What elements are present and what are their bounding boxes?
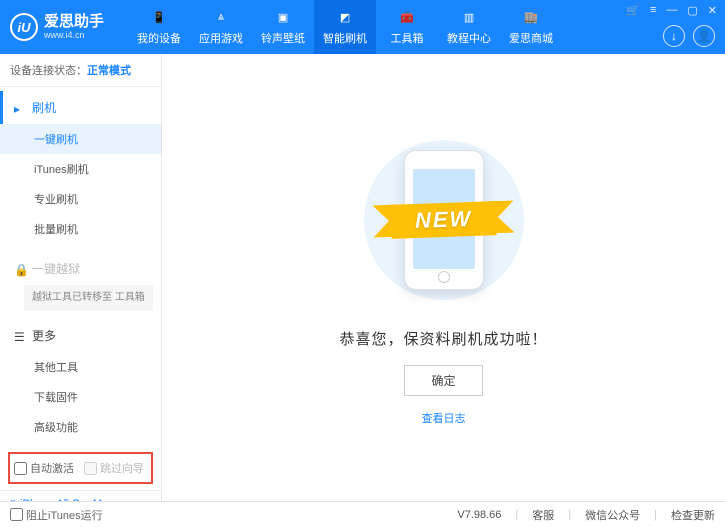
jailbreak-notice: 越狱工具已转移至 工具箱 — [24, 285, 153, 311]
success-illustration: NEW — [334, 130, 554, 310]
minimize-icon[interactable]: — — [666, 4, 677, 17]
list-icon: ☰ — [14, 330, 26, 342]
sidebar-item-pro[interactable]: 专业刷机 — [0, 184, 161, 214]
phone-icon: 📱 — [150, 9, 168, 27]
sidebar-item-download-fw[interactable]: 下载固件 — [0, 382, 161, 412]
top-nav: 📱我的设备 ⩓应用游戏 ▣铃声壁纸 ◩智能刷机 🧰工具箱 ▥教程中心 🏬爱思商城 — [128, 0, 562, 54]
logo-area: iU 爱思助手 www.i4.cn — [10, 13, 104, 41]
view-log-link[interactable]: 查看日志 — [422, 410, 466, 426]
checkbox-block-itunes[interactable]: 阻止iTunes运行 — [10, 507, 103, 523]
checkbox-skip-setup[interactable]: 跳过向导 — [84, 460, 144, 476]
sidebar-item-othertools[interactable]: 其他工具 — [0, 352, 161, 382]
main-content: NEW 恭喜您，保资料刷机成功啦！ 确定 查看日志 — [162, 54, 725, 501]
sidebar-item-itunes[interactable]: iTunes刷机 — [0, 154, 161, 184]
wallpaper-icon: ▣ — [274, 9, 292, 27]
cart-icon[interactable]: 🛒 — [626, 4, 640, 17]
new-ribbon: NEW — [390, 201, 496, 239]
options-highlight-box: 自动激活 跳过向导 — [8, 452, 153, 484]
tutorial-icon: ▥ — [460, 9, 478, 27]
app-header: iU 爱思助手 www.i4.cn 📱我的设备 ⩓应用游戏 ▣铃声壁纸 ◩智能刷… — [0, 0, 725, 54]
footer: 阻止iTunes运行 V7.98.66 | 客服 | 微信公众号 | 检查更新 — [0, 501, 725, 527]
footer-update[interactable]: 检查更新 — [671, 507, 715, 523]
store-icon: 🏬 — [522, 9, 540, 27]
flash-icon: ◩ — [336, 9, 354, 27]
sidebar-header-jailbreak[interactable]: 🔒 一键越狱 — [0, 252, 161, 285]
nav-store[interactable]: 🏬爱思商城 — [500, 0, 562, 54]
nav-flash[interactable]: ◩智能刷机 — [314, 0, 376, 54]
success-message: 恭喜您，保资料刷机成功啦！ — [339, 328, 547, 349]
user-button[interactable]: 👤 — [693, 25, 715, 47]
window-controls: 🛒 ≡ — ▢ ✕ — [626, 4, 717, 17]
sidebar-header-flash[interactable]: ▸ 刷机 — [0, 91, 161, 124]
nav-apps[interactable]: ⩓应用游戏 — [190, 0, 252, 54]
nav-toolbox[interactable]: 🧰工具箱 — [376, 0, 438, 54]
ok-button[interactable]: 确定 — [404, 365, 482, 396]
sidebar-item-advanced[interactable]: 高级功能 — [0, 412, 161, 442]
sidebar-header-more[interactable]: ☰ 更多 — [0, 319, 161, 352]
sidebar-item-batch[interactable]: 批量刷机 — [0, 214, 161, 244]
nav-ringtones[interactable]: ▣铃声壁纸 — [252, 0, 314, 54]
footer-support[interactable]: 客服 — [532, 507, 554, 523]
toolbox-icon: 🧰 — [398, 9, 416, 27]
checkbox-auto-activate[interactable]: 自动激活 — [14, 460, 74, 476]
close-icon[interactable]: ✕ — [708, 4, 717, 17]
logo-icon: iU — [10, 13, 38, 41]
nav-my-device[interactable]: 📱我的设备 — [128, 0, 190, 54]
brand-name: 爱思助手 — [44, 14, 104, 31]
maximize-icon[interactable]: ▢ — [687, 4, 697, 17]
footer-wechat[interactable]: 微信公众号 — [585, 507, 640, 523]
nav-tutorials[interactable]: ▥教程中心 — [438, 0, 500, 54]
brand-url: www.i4.cn — [44, 30, 104, 40]
device-info: ▯ iPhone 15 Pro Max 512GB iPhone — [0, 490, 161, 501]
sidebar-item-oneclick[interactable]: 一键刷机 — [0, 124, 161, 154]
version-label: V7.98.66 — [457, 509, 501, 521]
flash-small-icon: ▸ — [14, 102, 26, 114]
sidebar: 设备连接状态：正常模式 ▸ 刷机 一键刷机 iTunes刷机 专业刷机 批量刷机… — [0, 54, 162, 501]
device-status: 设备连接状态：正常模式 — [0, 54, 161, 87]
menu-icon[interactable]: ≡ — [650, 4, 656, 17]
lock-icon: 🔒 — [14, 263, 26, 275]
apps-icon: ⩓ — [212, 9, 230, 27]
download-button[interactable]: ↓ — [663, 25, 685, 47]
